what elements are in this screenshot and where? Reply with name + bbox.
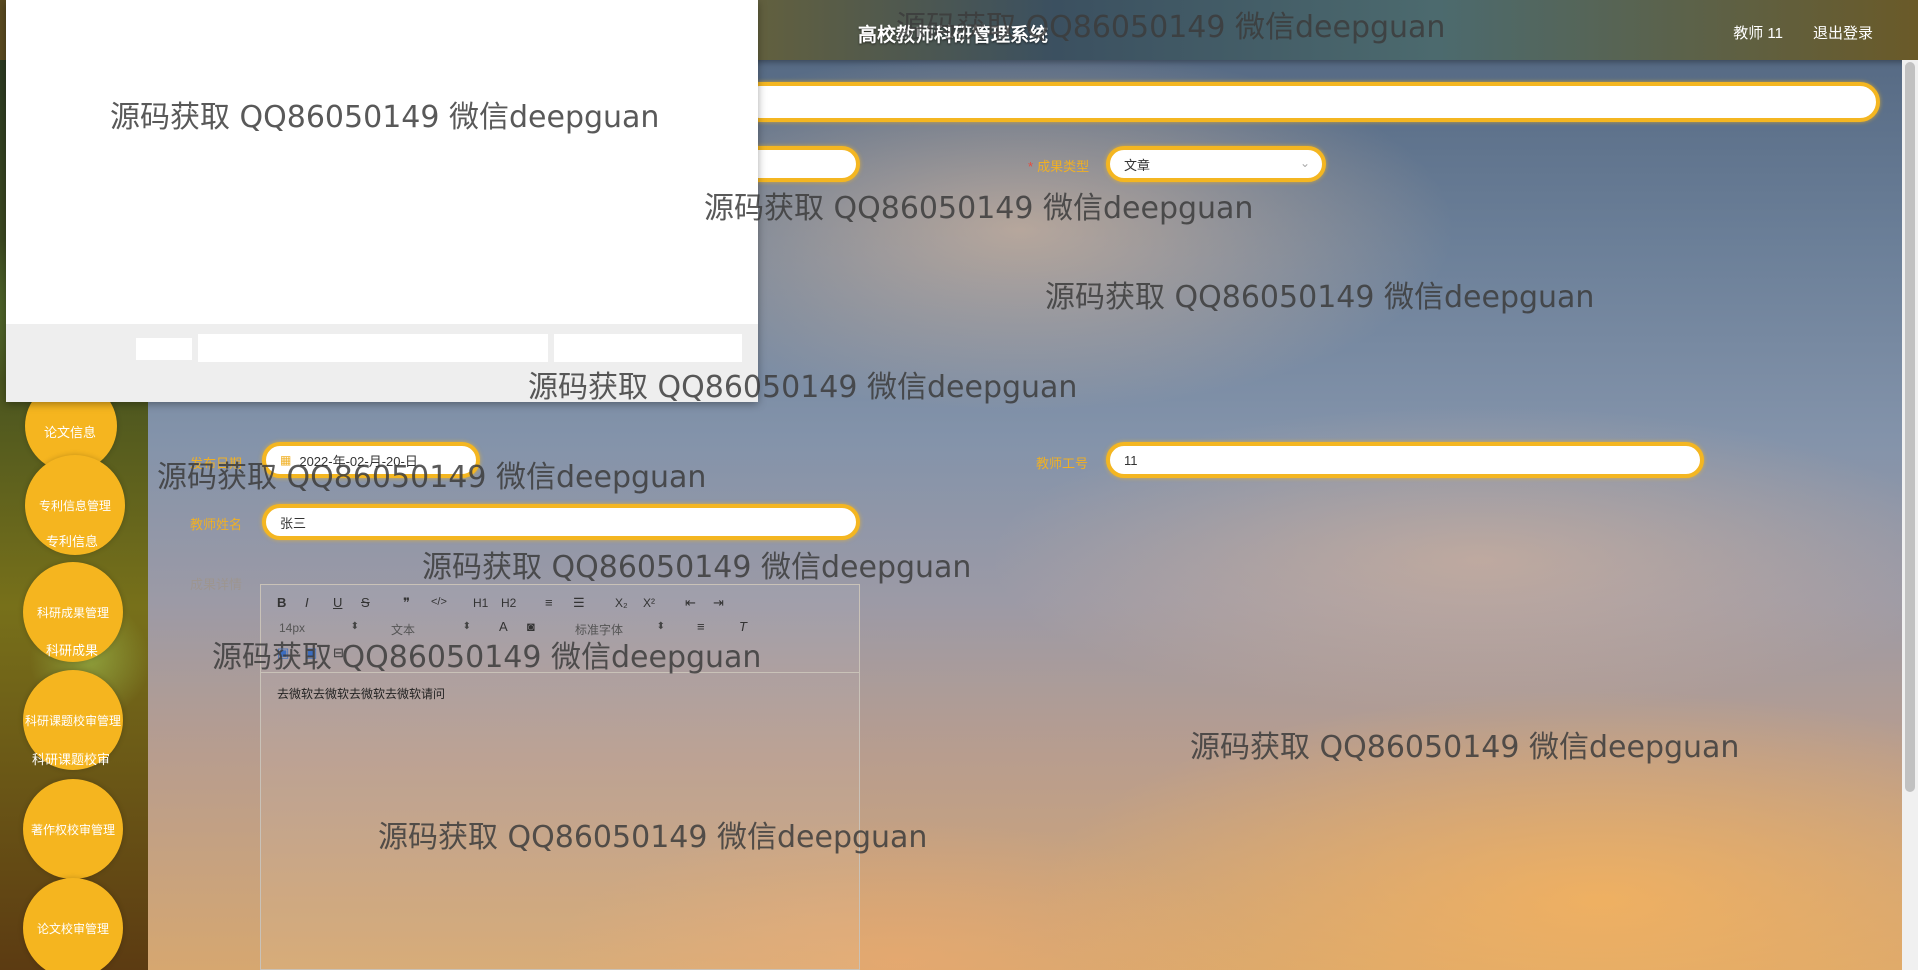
logout-link[interactable]: 退出登录 [1813,22,1873,43]
outdent-icon[interactable]: ⇤ [685,595,696,611]
h1-button[interactable]: H1 [473,596,488,610]
sidebar-subitem-research-results[interactable]: 科研成果 [46,640,98,659]
image-icon[interactable]: ▣ [305,645,317,661]
popup-footer-field[interactable] [136,338,192,360]
sidebar-item-label: 科研课题校审管理 [24,713,121,728]
background-color-icon[interactable]: ◙ [527,619,535,634]
text-type-select[interactable]: 文本 ⬍ [391,621,471,638]
sidebar-item-label: 论文校审管理 [36,921,109,936]
required-marker: * [1028,159,1034,174]
popup-footer [6,324,758,402]
bold-button[interactable]: B [277,595,286,610]
superscript-button[interactable]: X² [643,596,655,610]
font-family-select[interactable]: 标准字体 ⬍ [575,621,665,638]
sidebar-subitem-paper-info[interactable]: 论文信息 [44,422,96,441]
result-type-value: 文章 [1124,157,1151,173]
editor-toolbar: B I U S ❞ </> H1 H2 ≡ ☰ X₂ X² ⇤ ⇥ 14px ⬍… [261,585,859,673]
popup-footer-field[interactable] [198,334,548,362]
underline-button[interactable]: U [333,595,342,610]
font-family-value: 标准字体 [575,623,624,637]
ordered-list-icon[interactable]: ≡ [545,595,553,610]
clear-format-icon[interactable]: T [739,619,747,634]
align-icon[interactable]: ≡ [697,619,705,634]
teacher-name-value: 张三 [280,515,307,531]
link-icon[interactable]: ▣ [277,645,289,661]
text-type-value: 文本 [391,623,416,637]
strike-button[interactable]: S [361,595,370,610]
subscript-button[interactable]: X₂ [615,596,628,610]
select-arrows-icon: ⬍ [350,621,359,632]
sidebar-item-label: 著作权校审管理 [30,822,115,837]
sidebar-subitem-patent-info[interactable]: 专利信息 [46,531,98,550]
sidebar-item-label: 科研成果管理 [36,605,109,620]
sidebar-item-label: 专利信息管理 [38,498,111,513]
teacher-id-input[interactable]: 11 [1106,442,1704,478]
publish-date-label: 发布日期 [190,456,243,471]
publish-date-picker[interactable]: ▦ 2022-年-02-月-20-日 [262,442,480,478]
current-user: 教师 11 [1733,25,1783,42]
italic-button[interactable]: I [305,595,309,610]
rich-text-editor[interactable]: B I U S ❞ </> H1 H2 ≡ ☰ X₂ X² ⇤ ⇥ 14px ⬍… [260,584,860,970]
bullet-list-icon[interactable]: ☰ [573,595,585,611]
title-input[interactable] [740,82,1880,122]
scrollbar-thumb[interactable] [1905,62,1915,792]
detail-label: 成果详情 [190,577,243,592]
popup-dialog [6,0,758,402]
font-size-value: 14px [279,621,306,635]
sidebar-item-copyright-review-management[interactable]: 著作权校审管理 [23,779,123,879]
blockquote-icon[interactable]: ❞ [403,595,410,611]
calendar-icon: ▦ [280,453,292,467]
popup-footer-field[interactable] [554,334,742,362]
page-title: 高校教师科研管理系统 [858,25,1049,46]
result-type-select[interactable]: 文章 ⌄ [1106,146,1326,182]
teacher-name-label: 教师姓名 [190,517,243,532]
font-color-icon[interactable]: A [499,619,508,634]
publish-date-value: 2022-年-02-月-20-日 [299,453,418,469]
teacher-id-value: 11 [1124,452,1138,468]
result-type-label-text: 成果类型 [1037,159,1090,174]
chevron-down-icon: ⌄ [1299,156,1310,170]
select-arrows-icon: ⬍ [656,621,665,632]
name-input[interactable] [740,146,860,182]
result-type-label: * 成果类型 [1028,156,1089,175]
video-icon[interactable]: ⊟ [333,645,344,661]
sidebar-item-paper-review-management[interactable]: 论文校审管理 [23,878,123,970]
teacher-name-input[interactable]: 张三 [262,504,860,540]
sidebar-subitem-project-review[interactable]: 科研课题校审 [32,749,110,768]
code-icon[interactable]: </> [431,596,447,608]
select-arrows-icon: ⬍ [462,621,471,632]
h2-button[interactable]: H2 [501,596,516,610]
indent-icon[interactable]: ⇥ [713,595,724,611]
teacher-id-label: 教师工号 [1036,456,1089,471]
font-size-select[interactable]: 14px ⬍ [279,621,359,635]
editor-content[interactable]: 去微软去微软去微软去微软请问 [277,685,445,702]
